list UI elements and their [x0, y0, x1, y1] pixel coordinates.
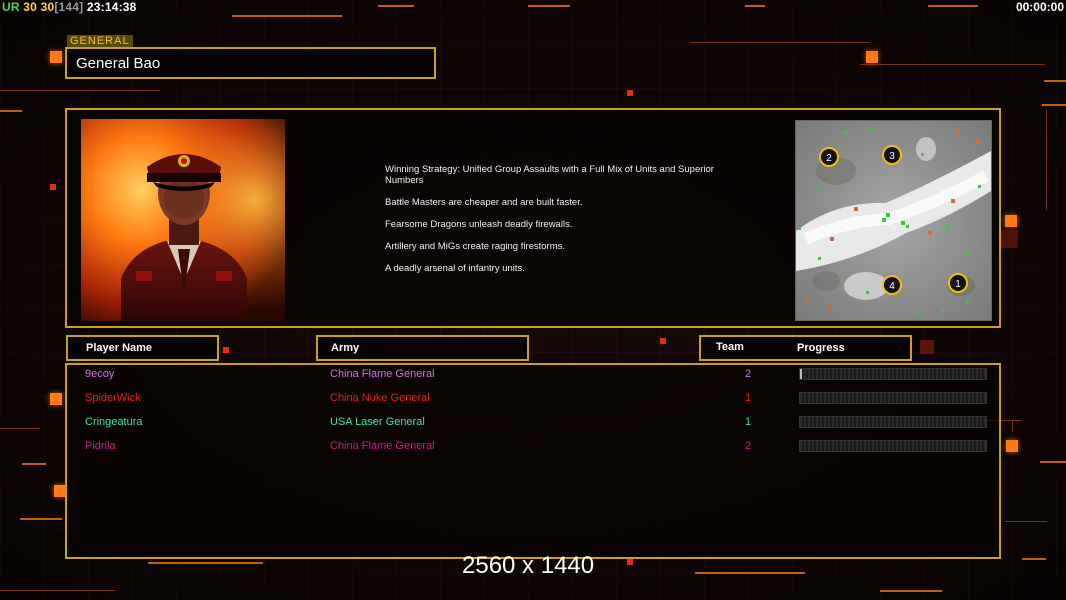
general-name-box: General Bao: [65, 47, 436, 79]
player-row[interactable]: Cringeatura USA Laser General 1: [67, 413, 999, 433]
general-tag: GENERAL: [67, 35, 133, 47]
player-team: 2: [745, 368, 752, 380]
player-name: SpiderWick: [85, 392, 141, 404]
player-name: Cringeatura: [85, 416, 143, 428]
description-line: Fearsome Dragons unleash deadly firewall…: [385, 219, 573, 230]
player-row[interactable]: Pidrila China Flame General 2: [67, 437, 999, 457]
hud-label: UR: [2, 0, 20, 14]
strategy-description: Winning Strategy: Unified Group Assaults…: [385, 164, 725, 285]
army-header-label: Army: [331, 342, 360, 354]
start-marker-label: 4: [889, 281, 895, 292]
resolution-label: 2560 x 1440: [462, 552, 595, 579]
map-preview[interactable]: 2 3 4 1: [795, 120, 992, 321]
progress-bar: [799, 440, 987, 452]
player-name: Pidrila: [85, 440, 116, 452]
description-line: Artillery and MiGs create raging firesto…: [385, 241, 566, 252]
player-name-header-label: Player Name: [86, 342, 153, 354]
player-team: 1: [745, 392, 752, 404]
hud-clock: 23:14:38: [86, 0, 137, 14]
hud-timer: 00:00:00: [1015, 0, 1064, 14]
team-header-label: Team: [716, 341, 744, 353]
player-army: China Nuke General: [330, 392, 430, 404]
general-portrait: [81, 119, 285, 321]
progress-bar: [799, 392, 987, 404]
general-name: General Bao: [76, 55, 161, 72]
player-team: 1: [745, 416, 752, 428]
player-army: China Flame General: [330, 440, 435, 452]
team-progress-header: Team Progress: [699, 335, 912, 361]
player-name: 9ecoy: [85, 368, 115, 380]
player-name-header: Player Name: [66, 335, 219, 361]
general-info-panel: Winning Strategy: Unified Group Assaults…: [65, 108, 1001, 328]
player-list: 9ecoy China Flame General 2 SpiderWick C…: [65, 363, 1001, 559]
progress-bar: [799, 416, 987, 428]
player-row[interactable]: SpiderWick China Nuke General 1: [67, 389, 999, 409]
player-army: China Flame General: [330, 368, 435, 380]
hud-value-2: 30: [40, 0, 55, 14]
start-marker-label: 3: [889, 151, 895, 162]
hud-value-1: 30: [23, 0, 38, 14]
player-team: 2: [745, 440, 752, 452]
progress-bar: [799, 368, 987, 380]
hud-bracket: [144]: [54, 0, 84, 14]
hud-status: UR 30 30[144] 23:14:38: [2, 0, 137, 14]
progress-header-label: Progress: [797, 342, 845, 354]
start-marker-label: 1: [955, 279, 961, 290]
description-line: Battle Masters are cheaper and are built…: [385, 197, 583, 208]
description-line: A deadly arsenal of infantry units.: [385, 263, 525, 274]
description-line: Winning Strategy: Unified Group Assaults…: [385, 164, 714, 186]
player-row[interactable]: 9ecoy China Flame General 2: [67, 365, 999, 385]
progress-bar-fill: [800, 369, 802, 379]
army-header: Army: [316, 335, 529, 361]
player-army: USA Laser General: [330, 416, 425, 428]
start-marker-label: 2: [826, 153, 832, 164]
